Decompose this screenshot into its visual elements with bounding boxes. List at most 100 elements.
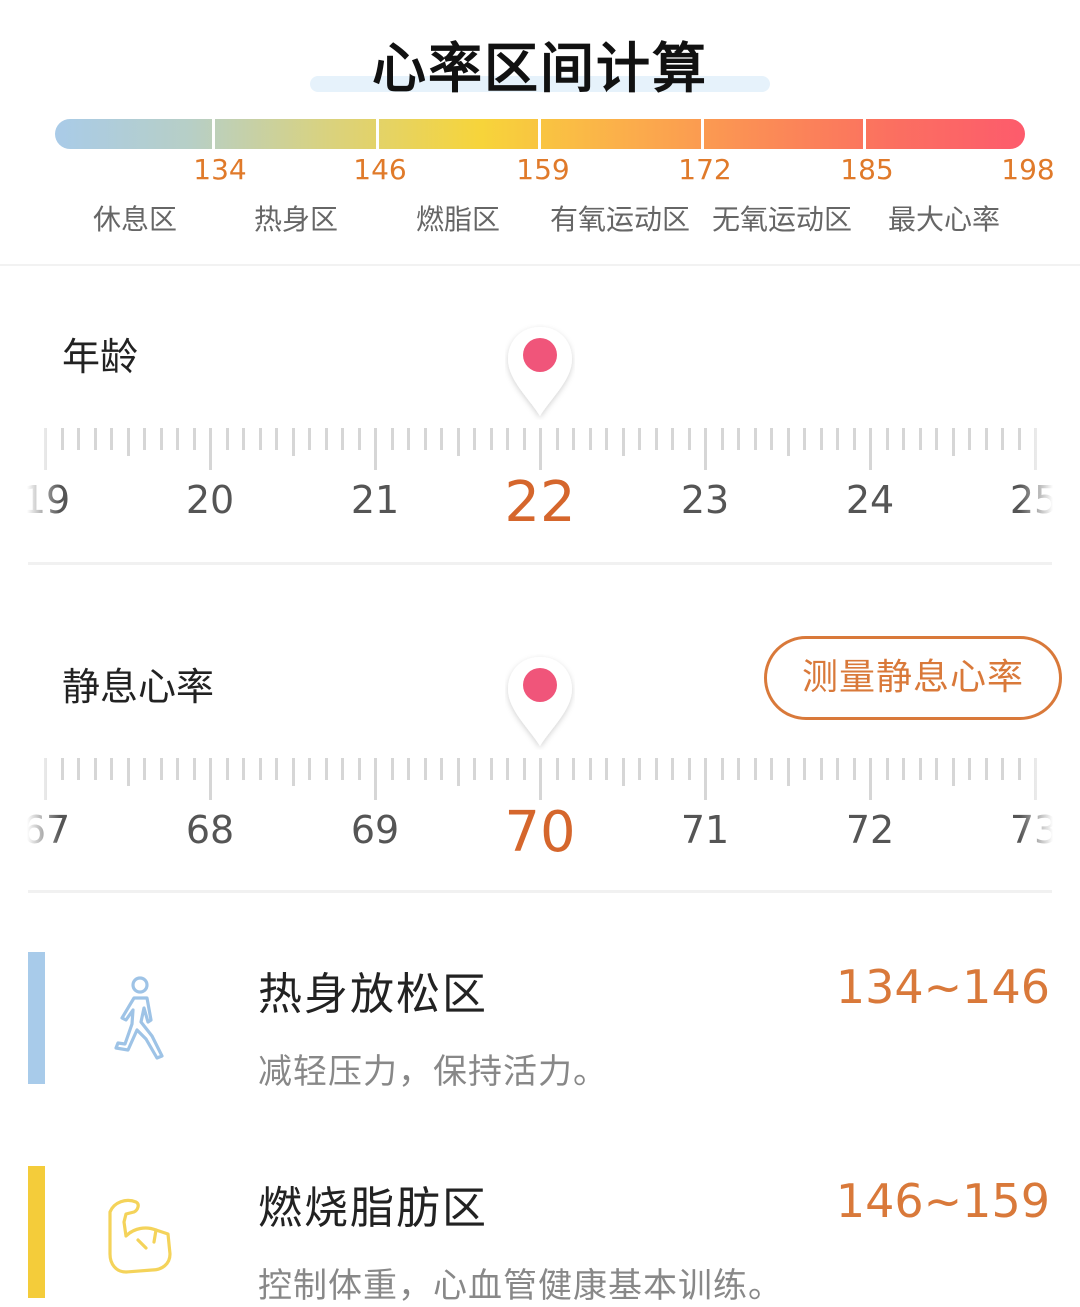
zone-card-warmup[interactable]: 热身放松区 减轻压力，保持活力。 134~146 bbox=[0, 952, 1080, 1092]
ruler-tick bbox=[225, 428, 229, 450]
age-ruler-number: 20 bbox=[185, 478, 235, 522]
age-pin-marker-icon bbox=[508, 327, 572, 416]
ruler-tick bbox=[687, 428, 691, 450]
ruler-tick bbox=[803, 428, 806, 450]
ruler-tick bbox=[588, 428, 592, 450]
ruler-tick bbox=[341, 428, 344, 450]
ruler-tick bbox=[60, 758, 64, 780]
ruler-fade bbox=[1020, 424, 1080, 534]
ruler-tick bbox=[506, 428, 509, 450]
page-title: 心率区间计算 bbox=[372, 37, 708, 100]
ruler-tick bbox=[456, 758, 460, 786]
ruler-tick bbox=[786, 758, 790, 786]
zone-name-label: 最大心率 bbox=[887, 203, 1000, 236]
resting-hr-selected-value: 70 bbox=[504, 800, 576, 865]
flexed-arm-icon bbox=[108, 1198, 172, 1274]
ruler-tick bbox=[803, 758, 806, 780]
ruler-tick bbox=[77, 428, 80, 450]
ruler-tick bbox=[374, 758, 377, 800]
ruler-tick bbox=[638, 758, 641, 780]
ruler-tick bbox=[489, 428, 493, 450]
ruler-tick bbox=[720, 758, 724, 780]
ruler-tick bbox=[605, 428, 608, 450]
ruler-tick bbox=[935, 428, 938, 450]
ruler-tick bbox=[110, 758, 113, 780]
resting-hr-pin-marker-icon bbox=[508, 657, 572, 746]
age-ruler-number: 23 bbox=[680, 478, 730, 522]
ruler-tick bbox=[489, 758, 493, 780]
ruler-tick bbox=[258, 758, 262, 780]
ruler-tick bbox=[918, 428, 922, 450]
ruler-tick bbox=[786, 428, 790, 456]
ruler-tick bbox=[242, 758, 245, 780]
zone-separator bbox=[376, 119, 379, 149]
ruler-tick bbox=[539, 428, 542, 470]
ruler-tick bbox=[737, 428, 740, 450]
age-selected-value: 22 bbox=[504, 470, 576, 535]
ruler-tick bbox=[605, 758, 608, 780]
ruler-tick bbox=[572, 428, 575, 450]
ruler-tick bbox=[885, 428, 889, 450]
resting-hr-ruler-ticks[interactable] bbox=[28, 758, 1052, 802]
ruler-tick bbox=[522, 758, 526, 780]
ruler-tick bbox=[440, 758, 443, 780]
ruler-tick bbox=[126, 428, 130, 456]
ruler-tick bbox=[737, 758, 740, 780]
age-ruler-number: 24 bbox=[845, 478, 895, 522]
ruler-tick bbox=[209, 428, 212, 470]
zone-threshold-value: 198 bbox=[1001, 153, 1055, 186]
ruler-tick bbox=[93, 428, 97, 450]
zone-color-accent bbox=[28, 952, 45, 1084]
age-ruler-ticks[interactable] bbox=[28, 428, 1052, 472]
ruler-tick bbox=[126, 758, 130, 786]
ruler-tick bbox=[968, 758, 971, 780]
walking-person-icon bbox=[114, 976, 164, 1060]
ruler-tick bbox=[77, 758, 80, 780]
resting-hr-ruler-number: 69 bbox=[350, 808, 400, 852]
ruler-tick bbox=[836, 758, 839, 780]
ruler-tick bbox=[390, 758, 394, 780]
ruler-fade bbox=[0, 754, 60, 864]
ruler-tick bbox=[704, 758, 707, 800]
ruler-tick bbox=[341, 758, 344, 780]
ruler-tick bbox=[473, 428, 476, 450]
ruler-tick bbox=[275, 758, 278, 780]
ruler-tick bbox=[357, 758, 361, 780]
ruler-tick bbox=[291, 758, 295, 786]
ruler-tick bbox=[588, 758, 592, 780]
ruler-tick bbox=[984, 758, 988, 780]
ruler-tick bbox=[456, 428, 460, 456]
header: 心率区间计算 bbox=[0, 0, 1080, 110]
ruler-tick bbox=[522, 428, 526, 450]
ruler-tick bbox=[654, 428, 658, 450]
ruler-tick bbox=[159, 428, 163, 450]
ruler-tick bbox=[192, 428, 196, 450]
ruler-tick bbox=[159, 758, 163, 780]
ruler-tick bbox=[324, 428, 328, 450]
ruler-tick bbox=[60, 428, 64, 450]
zone-separator bbox=[701, 119, 704, 149]
ruler-tick bbox=[621, 758, 625, 786]
ruler-tick bbox=[143, 758, 146, 780]
measure-resting-hr-button[interactable]: 测量静息心率 bbox=[764, 636, 1062, 720]
ruler-tick bbox=[176, 428, 179, 450]
ruler-tick bbox=[275, 428, 278, 450]
ruler-tick bbox=[440, 428, 443, 450]
zone-card-name: 燃烧脂肪区 bbox=[258, 1183, 488, 1234]
ruler-tick bbox=[852, 428, 856, 450]
ruler-tick bbox=[192, 758, 196, 780]
ruler-tick bbox=[671, 758, 674, 780]
ruler-tick bbox=[968, 428, 971, 450]
ruler-tick bbox=[770, 428, 773, 450]
zone-name-label: 热身区 bbox=[253, 203, 338, 236]
ruler-tick bbox=[555, 758, 559, 780]
zone-card-fat-burn[interactable]: 燃烧脂肪区 控制体重，心血管健康基本训练。 146~159 bbox=[0, 1166, 1080, 1306]
zone-threshold-value: 172 bbox=[678, 153, 732, 186]
zone-threshold-value: 159 bbox=[516, 153, 570, 186]
ruler-tick bbox=[374, 428, 377, 470]
ruler-tick bbox=[638, 428, 641, 450]
ruler-tick bbox=[951, 428, 955, 456]
section-divider bbox=[0, 264, 1080, 266]
zone-color-accent bbox=[28, 1166, 45, 1298]
ruler-tick bbox=[225, 758, 229, 780]
